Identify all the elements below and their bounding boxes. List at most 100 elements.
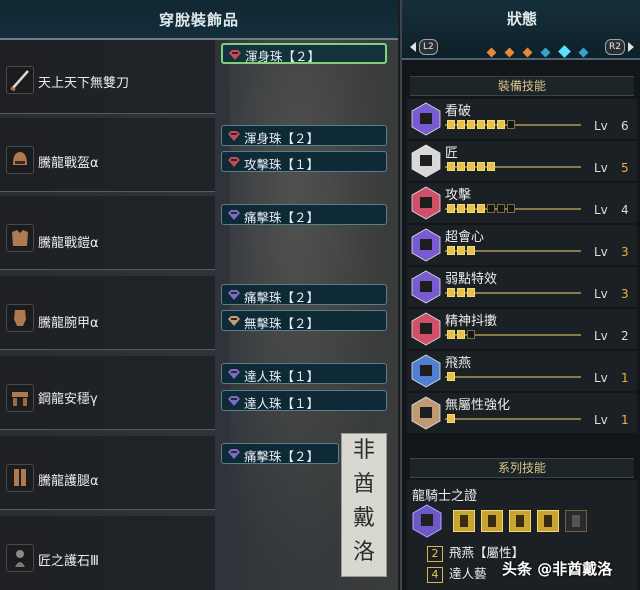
l2-button[interactable]: L2	[419, 39, 438, 55]
page-dot[interactable]	[579, 47, 589, 58]
critical-jewel-icon	[227, 448, 241, 460]
attack-jewel-icon	[227, 130, 241, 142]
r2-button[interactable]: R2	[605, 39, 625, 55]
decoration-label: 達人珠【１】	[244, 369, 320, 384]
page-dot[interactable]	[522, 47, 533, 58]
skill-row[interactable]: 攻擊 Lv 4	[407, 183, 637, 223]
skill-row[interactable]: 匠 Lv 5	[407, 141, 637, 181]
decoration-slot[interactable]: 痛擊珠【２】	[221, 443, 339, 464]
skill-pip-filled	[447, 288, 455, 297]
skill-icon	[411, 228, 441, 262]
skill-pip-filled	[457, 330, 465, 339]
skill-name: 精神抖擻	[445, 314, 498, 329]
critical-jewel-icon	[227, 209, 241, 221]
skill-row[interactable]: 看破 Lv 6	[407, 99, 637, 139]
right-arrow-icon[interactable]	[628, 42, 634, 52]
decoration-slot[interactable]: 渾身珠【２】	[221, 125, 387, 146]
skill-row[interactable]: 飛燕 Lv 1	[407, 351, 637, 391]
decoration-label: 攻擊珠【１】	[244, 157, 320, 172]
page-dot-active[interactable]	[558, 45, 572, 58]
decoration-label: 痛擊珠【２】	[244, 290, 320, 305]
attack-jewel-icon	[228, 49, 242, 61]
skill-row[interactable]: 超會心 Lv 3	[407, 225, 637, 265]
skill-level-bar	[445, 330, 581, 340]
watermark-seal: 非 酋 戴 洛	[341, 433, 387, 577]
decoration-label: 痛擊珠【２】	[244, 449, 320, 464]
decoration-slot[interactable]: 達人珠【１】	[221, 390, 387, 411]
page-dot[interactable]	[540, 47, 551, 58]
set-piece-equipped	[481, 510, 504, 532]
skill-pip-empty	[507, 120, 515, 129]
skill-pip-filled	[487, 120, 495, 129]
equipment-name: 騰龍戰鎧α	[38, 236, 99, 251]
skill-level-value: 2	[621, 329, 629, 343]
skill-pip-filled	[477, 120, 485, 129]
equipment-row-head[interactable]: 騰龍戰盔α	[0, 118, 215, 192]
skill-pip-filled	[447, 330, 455, 339]
equipment-name: 騰龍護腿α	[38, 474, 99, 489]
set-piece-equipped	[537, 510, 560, 532]
equipment-row-charm[interactable]: 匠之護石Ⅲ	[0, 516, 215, 590]
skill-name: 匠	[445, 146, 459, 161]
skill-name: 無屬性強化	[445, 398, 511, 413]
skill-row[interactable]: 弱點特效 Lv 3	[407, 267, 637, 307]
status-panel-header: 狀態 L2 R2	[402, 0, 640, 60]
set-name: 龍騎士之證	[412, 489, 478, 504]
skill-pip-empty	[497, 204, 505, 213]
page-dots	[485, 41, 590, 60]
set-bonus-name: 達人藝	[449, 566, 487, 581]
skill-level-bar	[445, 246, 581, 256]
gauntlet-icon	[6, 304, 34, 332]
seal-char: 洛	[352, 540, 375, 565]
leg-armor-icon	[6, 464, 34, 492]
set-pieces	[412, 504, 588, 538]
skill-icon	[411, 270, 441, 304]
skill-pip-filled	[467, 246, 475, 255]
skill-level-value: 1	[621, 413, 629, 427]
equipment-row-weapon[interactable]: 天上天下無雙刀	[0, 40, 215, 114]
skill-name: 超會心	[445, 230, 485, 245]
skill-pip-filled	[457, 288, 465, 297]
skill-row[interactable]: 精神抖擻 Lv 2	[407, 309, 637, 349]
page-dot[interactable]	[486, 47, 497, 58]
skill-pip-filled	[487, 162, 495, 171]
set-bonus-row: 4 達人藝	[427, 563, 487, 583]
skill-level-label: Lv	[594, 329, 608, 343]
skill-level-value: 3	[621, 287, 629, 301]
set-piece-missing	[565, 510, 588, 532]
decoration-slot[interactable]: 痛擊珠【２】	[221, 204, 387, 225]
skill-icon	[411, 396, 441, 430]
skill-icon	[411, 186, 441, 220]
skill-level-bar	[445, 372, 581, 382]
skill-row[interactable]: 無屬性強化 Lv 1	[407, 393, 637, 433]
decoration-slot[interactable]: 達人珠【１】	[221, 363, 387, 384]
decoration-slot[interactable]: 攻擊珠【１】	[221, 151, 387, 172]
skill-level-bar	[445, 120, 581, 130]
status-panel-title: 狀態	[506, 10, 537, 28]
equipment-row-arms[interactable]: 騰龍腕甲α	[0, 276, 215, 350]
decoration-slot[interactable]: 痛擊珠【２】	[221, 284, 387, 305]
skill-pip-empty	[507, 204, 515, 213]
skill-pip-filled	[457, 246, 465, 255]
skill-level-value: 6	[621, 119, 629, 133]
skill-level-value: 3	[621, 245, 629, 259]
skill-level-label: Lv	[594, 287, 608, 301]
skill-level-value: 1	[621, 371, 629, 385]
equipment-row-waist[interactable]: 鋼龍安穩γ	[0, 356, 215, 430]
skill-level-bar	[445, 414, 581, 424]
decoration-slot-selected[interactable]: 渾身珠【２】	[221, 43, 387, 64]
decoration-slot[interactable]: 無擊珠【２】	[221, 310, 387, 331]
decoration-label: 痛擊珠【２】	[244, 210, 320, 225]
equipment-row-chest[interactable]: 騰龍戰鎧α	[0, 196, 215, 270]
equipment-row-legs[interactable]: 騰龍護腿α	[0, 436, 215, 510]
skill-pip-filled	[447, 204, 455, 213]
left-arrow-icon[interactable]	[410, 42, 416, 52]
page-dot[interactable]	[504, 47, 515, 58]
skill-pip-filled	[447, 246, 455, 255]
set-bonus-pieces: 2	[427, 546, 443, 562]
skill-pip-filled	[467, 162, 475, 171]
set-piece-equipped	[453, 510, 476, 532]
skill-level-label: Lv	[594, 413, 608, 427]
skill-level-bar	[445, 204, 581, 214]
skill-pip-filled	[467, 204, 475, 213]
